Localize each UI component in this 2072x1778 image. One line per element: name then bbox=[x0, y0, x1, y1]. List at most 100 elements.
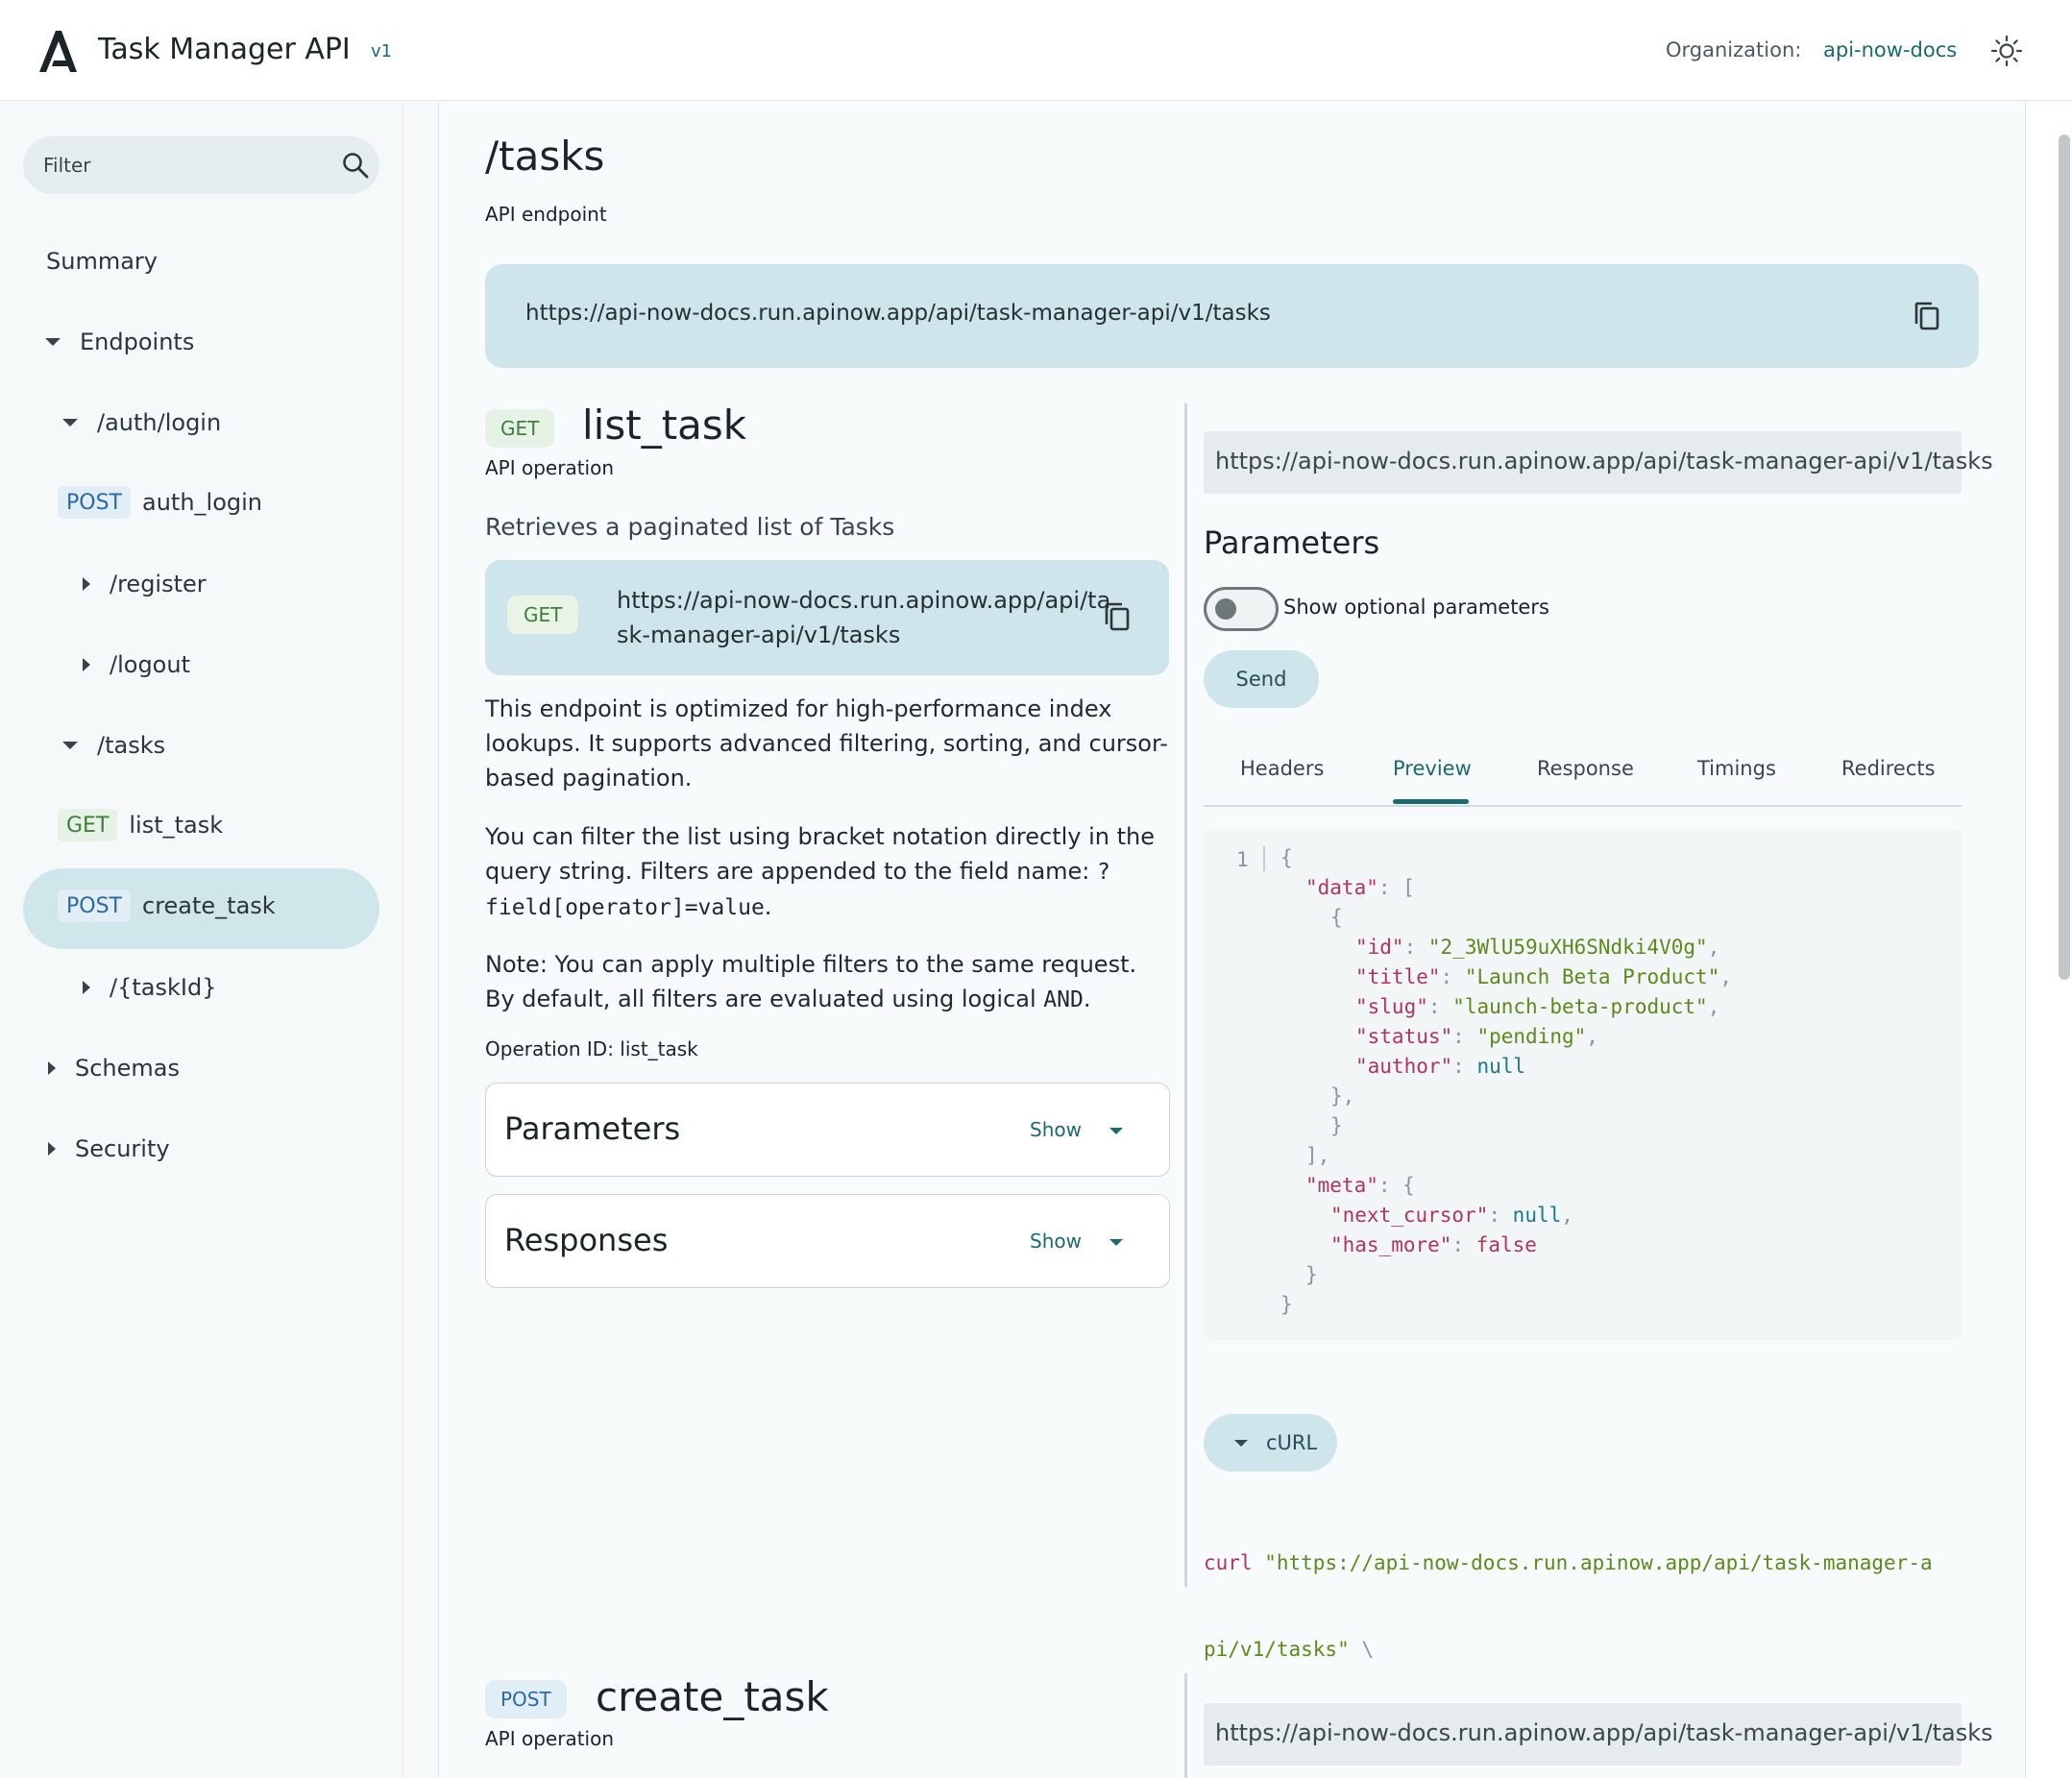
chevron-down-icon bbox=[1109, 1128, 1123, 1134]
tab-redirects[interactable]: Redirects bbox=[1841, 757, 1936, 780]
operation-subtitle: API operation bbox=[485, 1727, 615, 1750]
operation-url-method: GET bbox=[507, 596, 579, 634]
response-preview: 1 { "data": [ { "id": "2_3WlU59uXH6SNdki… bbox=[1204, 829, 1962, 1340]
chevron-right-icon bbox=[48, 1061, 56, 1075]
code-line: "slug": "launch-beta-product", bbox=[1355, 995, 1720, 1018]
sidebar-item-summary[interactable]: Summary bbox=[46, 248, 158, 275]
sidebar-item-label: Schemas bbox=[75, 1055, 180, 1082]
endpoint-subtitle: API endpoint bbox=[485, 203, 607, 226]
curl-line: curl "https://api-now-docs.run.apinow.ap… bbox=[1204, 1548, 1933, 1577]
search-icon[interactable] bbox=[341, 151, 370, 180]
code-line: { bbox=[1280, 846, 1293, 869]
curl-line: pi/v1/tasks" \ bbox=[1204, 1635, 1933, 1664]
chevron-right-icon bbox=[83, 658, 90, 671]
sidebar-item-security[interactable]: Security bbox=[48, 1135, 170, 1162]
try-params-title: Parameters bbox=[1204, 524, 1380, 561]
sun-icon[interactable] bbox=[1990, 35, 2023, 67]
sidebar-item-label: /auth/login bbox=[97, 409, 222, 436]
sidebar-item-create-task[interactable]: POST create_task bbox=[58, 889, 276, 922]
endpoint-url-banner: https://api-now-docs.run.apinow.app/api/… bbox=[485, 264, 1979, 368]
sidebar-item-tasks[interactable]: /tasks bbox=[62, 732, 165, 759]
scrollbar-thumb[interactable] bbox=[2059, 134, 2070, 980]
chevron-right-icon bbox=[83, 981, 90, 994]
sidebar-item-label: /tasks bbox=[97, 732, 166, 759]
operation-subtitle: API operation bbox=[485, 456, 615, 479]
sidebar-item-auth-login[interactable]: /auth/login bbox=[62, 409, 221, 436]
chevron-down-icon bbox=[62, 742, 78, 749]
tab-preview[interactable]: Preview bbox=[1393, 757, 1472, 780]
organization-link[interactable]: api-now-docs bbox=[1823, 38, 1957, 61]
show-toggle[interactable]: Show bbox=[1030, 1230, 1082, 1253]
curl-label: cURL bbox=[1266, 1431, 1318, 1454]
description-text: . bbox=[1083, 986, 1091, 1012]
code-line: "has_more": false bbox=[1330, 1233, 1537, 1256]
tab-headers[interactable]: Headers bbox=[1240, 757, 1324, 780]
operation-url-line: https://api-now-docs.run.apinow.app/api/… bbox=[617, 587, 1111, 614]
code-line: } bbox=[1305, 1263, 1318, 1286]
tab-timings[interactable]: Timings bbox=[1697, 757, 1776, 780]
json-value-has-more: false bbox=[1475, 1233, 1537, 1256]
curl-url: pi/v1/tasks" bbox=[1204, 1638, 1350, 1661]
operation-name: list_task bbox=[582, 402, 747, 449]
copy-icon[interactable] bbox=[1103, 601, 1132, 632]
operation-method-badge: GET bbox=[485, 409, 555, 448]
filter-input[interactable] bbox=[43, 154, 322, 177]
sidebar-item-label: Endpoints bbox=[80, 329, 195, 355]
curl-toggle-button[interactable]: cURL bbox=[1204, 1414, 1337, 1472]
sidebar-item-endpoints[interactable]: Endpoints bbox=[45, 329, 194, 355]
sidebar-item-list-task[interactable]: GET list_task bbox=[58, 809, 223, 841]
code-line: }, bbox=[1330, 1084, 1355, 1108]
app-title: Task Manager API bbox=[98, 33, 351, 66]
responses-accordion[interactable]: Responses Show bbox=[485, 1194, 1170, 1288]
request-url-field[interactable]: https://api-now-docs.run.apinow.app/api/… bbox=[1204, 1703, 1993, 1766]
copy-icon[interactable] bbox=[1913, 301, 1941, 331]
curl-command: curl bbox=[1204, 1551, 1253, 1574]
sidebar-item-register[interactable]: /register bbox=[83, 571, 207, 597]
sidebar-item-label: list_task bbox=[129, 812, 224, 839]
code-line: "status": "pending", bbox=[1355, 1025, 1598, 1048]
sidebar-item-auth-login-op[interactable]: POST auth_login bbox=[58, 486, 262, 519]
response-tabs: Headers Preview Response Timings Redirec… bbox=[1204, 744, 1962, 807]
description-text: . bbox=[764, 893, 772, 920]
chevron-down-icon bbox=[62, 419, 78, 426]
show-toggle[interactable]: Show bbox=[1030, 1118, 1082, 1141]
code-line: "meta": { bbox=[1305, 1174, 1415, 1197]
operation-url-card: GET https://api-now-docs.run.apinow.app/… bbox=[485, 560, 1169, 675]
gutter-line bbox=[1263, 846, 1265, 871]
code-line: "data": [ bbox=[1305, 876, 1415, 899]
optional-params-toggle[interactable] bbox=[1204, 587, 1279, 631]
app-logo-icon[interactable] bbox=[37, 28, 79, 74]
chevron-down-icon bbox=[1234, 1440, 1248, 1447]
operation-name: create_task bbox=[596, 1673, 829, 1720]
method-badge-post: POST bbox=[58, 486, 131, 519]
accordion-title: Responses bbox=[504, 1222, 669, 1258]
operation-url-text: https://api-now-docs.run.apinow.app/api/… bbox=[617, 583, 1110, 652]
sidebar-item-label: Security bbox=[75, 1135, 170, 1162]
json-value-status: pending bbox=[1489, 1025, 1574, 1048]
send-button[interactable]: Send bbox=[1204, 650, 1319, 708]
sidebar: Summary Endpoints /auth/login POST auth_… bbox=[0, 102, 403, 1778]
top-bar: Task Manager API v1 Organization: api-no… bbox=[0, 0, 2072, 101]
filter-box bbox=[23, 136, 379, 194]
optional-params-label: Show optional parameters bbox=[1283, 596, 1549, 619]
curl-url: "https://api-now-docs.run.apinow.app/api… bbox=[1264, 1551, 1933, 1574]
curl-snippet: curl "https://api-now-docs.run.apinow.ap… bbox=[1204, 1491, 1933, 1693]
parameters-accordion[interactable]: Parameters Show bbox=[485, 1083, 1170, 1177]
column-divider bbox=[1184, 403, 1187, 1587]
tab-response[interactable]: Response bbox=[1537, 757, 1634, 780]
description-paragraph: This endpoint is optimized for high-perf… bbox=[485, 695, 1168, 792]
toggle-knob bbox=[1215, 598, 1236, 620]
code-line: ], bbox=[1305, 1144, 1330, 1167]
operation-id: Operation ID: list_task bbox=[485, 1037, 698, 1060]
sidebar-item-schemas[interactable]: Schemas bbox=[48, 1055, 180, 1082]
sidebar-item-logout[interactable]: /logout bbox=[83, 651, 190, 678]
sidebar-item-task-id[interactable]: /{taskId} bbox=[83, 974, 216, 1001]
content-gutter bbox=[404, 102, 439, 1778]
sidebar-item-label: /logout bbox=[110, 651, 190, 678]
endpoint-url: https://api-now-docs.run.apinow.app/api/… bbox=[525, 301, 1271, 326]
code-line: "author": null bbox=[1355, 1055, 1526, 1078]
code-line: "title": "Launch Beta Product", bbox=[1355, 965, 1732, 988]
request-url-field[interactable]: https://api-now-docs.run.apinow.app/api/… bbox=[1204, 431, 1993, 494]
operation-summary: Retrieves a paginated list of Tasks bbox=[485, 513, 895, 541]
sidebar-item-label: /{taskId} bbox=[110, 974, 217, 1001]
